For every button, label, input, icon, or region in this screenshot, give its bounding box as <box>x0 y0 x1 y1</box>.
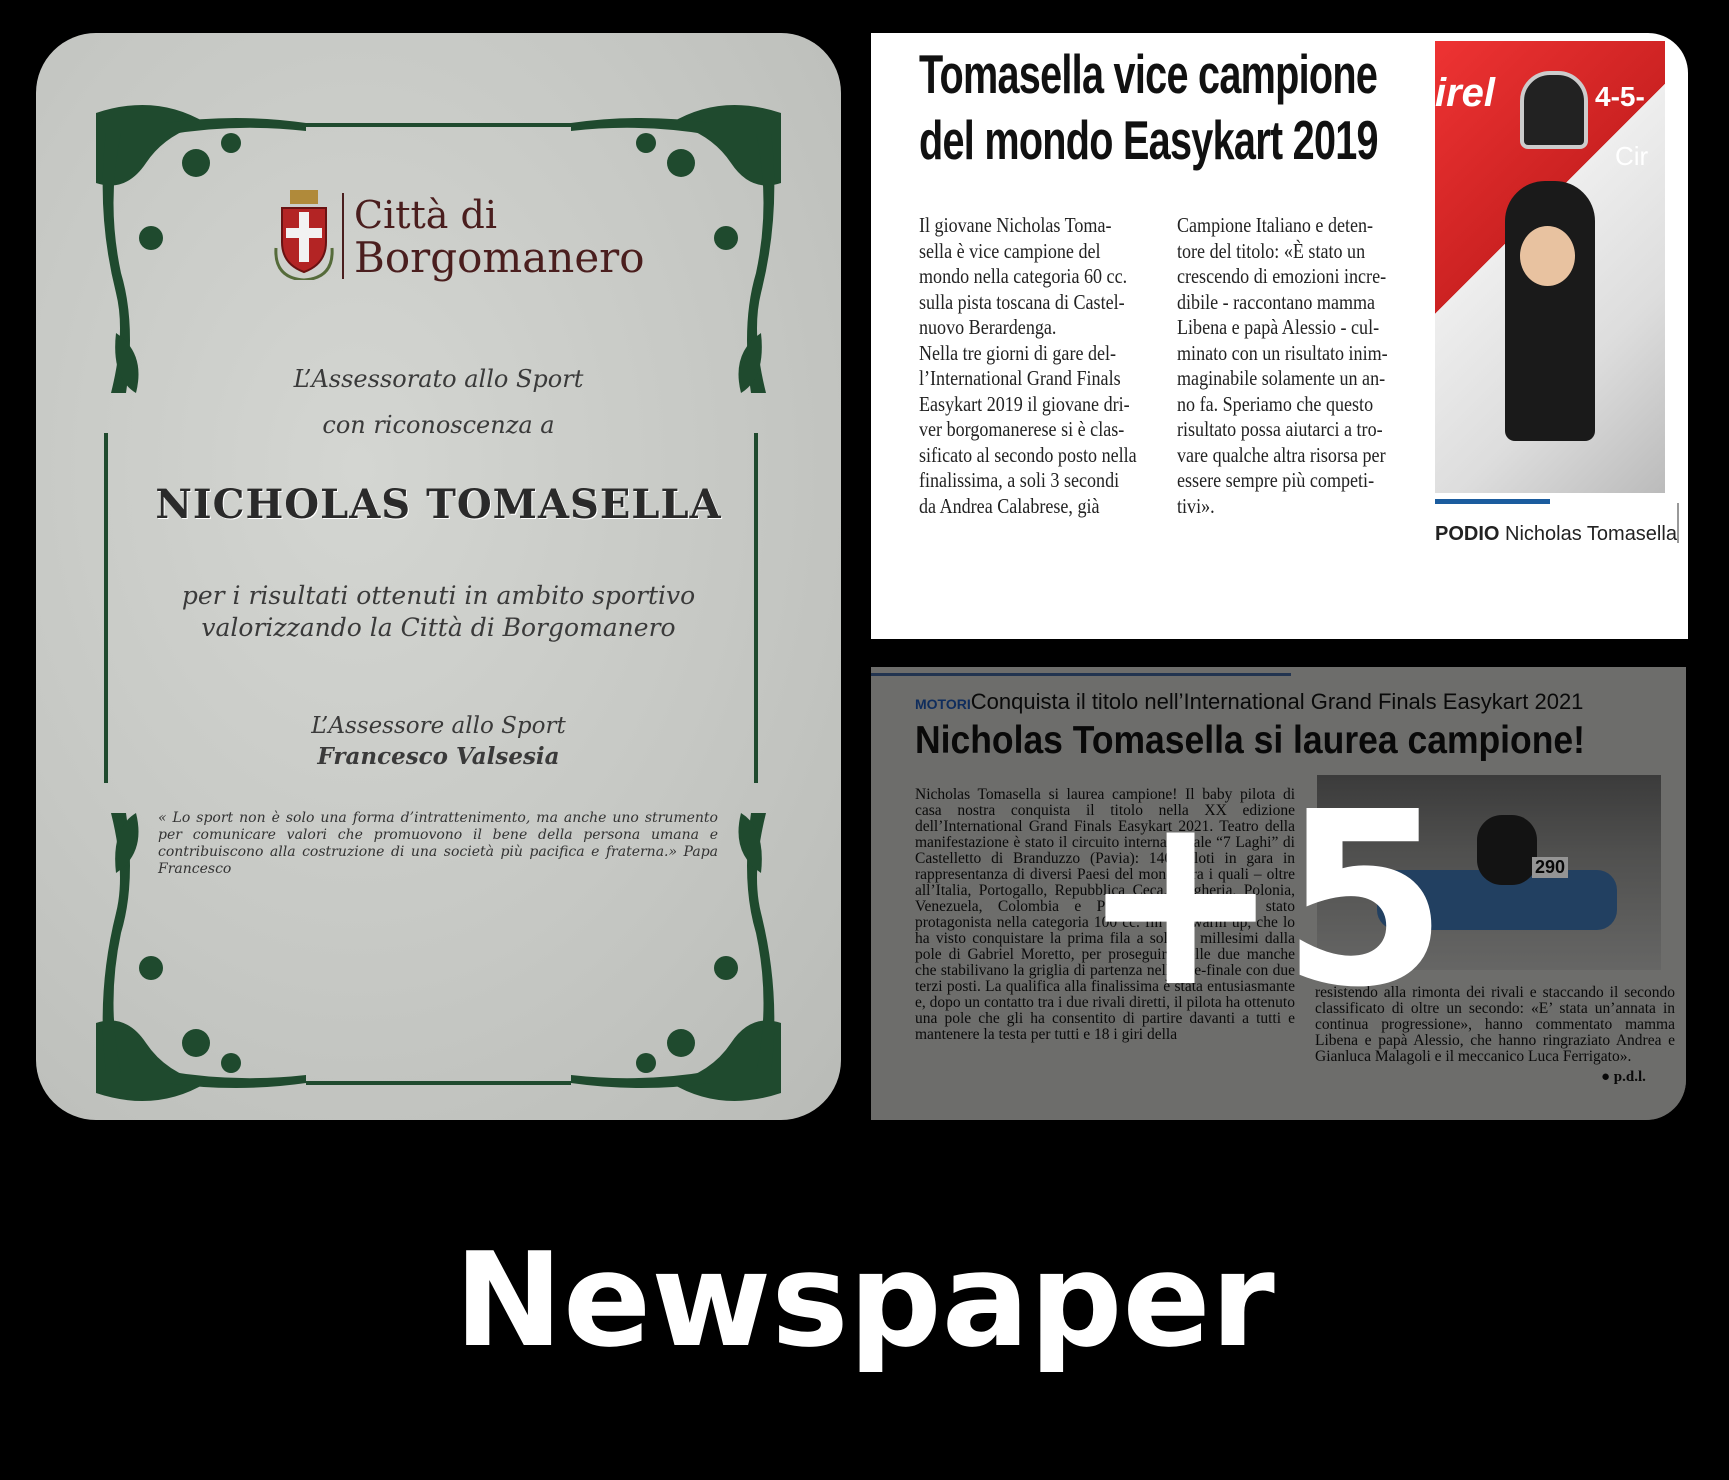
article1-col2-line: vare qualche altra risorsa per <box>1177 442 1386 467</box>
article1-headline: Tomasella vice campione del mondo Easyka… <box>919 43 1379 171</box>
article1-col2-line: crescendo di emozioni incre- <box>1177 264 1387 288</box>
article1-column-right: Campione Italiano e deten-tore del titol… <box>1177 213 1437 519</box>
recipient-name: NICHOLAS TOMASELLA <box>155 481 722 528</box>
caption-accent-bar <box>1435 499 1550 504</box>
article1-col2-line: Libena e papà Alessio - cul- <box>1177 315 1380 339</box>
article1-col2-line: tivi». <box>1177 493 1215 518</box>
article1-col1-line: sella è vice campione del <box>919 238 1101 263</box>
article1-col1-line: Easykart 2019 il giovane dri- <box>919 391 1130 416</box>
article1-col2-line: essere sempre più competi- <box>1177 468 1375 492</box>
article1-col1-line: ver borgomanerese si è clas- <box>919 417 1125 441</box>
article1-col1-line: finalissima, a soli 3 secondi <box>919 468 1120 492</box>
motivation-line2: valorizzando la Città di Borgomanero <box>201 613 676 642</box>
article1-col1-line: Il giovane Nicholas Toma- <box>919 213 1112 237</box>
article-2019-image[interactable]: Tomasella vice campione del mondo Easyka… <box>871 33 1688 639</box>
gallery-label: Newspaper <box>454 1224 1275 1376</box>
city-title-line2: Borgomanero <box>354 233 645 282</box>
more-images-count[interactable]: +5 <box>1080 780 1448 1020</box>
crest-divider <box>342 193 344 279</box>
photo-sign-date: 4-5- <box>1595 81 1645 112</box>
article1-col1-line: sificato al secondo posto nella <box>919 442 1137 467</box>
article1-col1-line: Nella tre giorni di gare del- <box>919 340 1117 365</box>
article1-col2-line: risultato possa aiutarci a tro- <box>1177 417 1383 441</box>
driver-face-shape <box>1520 226 1575 286</box>
column-rule <box>1677 503 1679 543</box>
article1-column-left: Il giovane Nicholas Toma-sella è vice ca… <box>919 213 1179 519</box>
article1-col2-line: dibile - raccontano mamma <box>1177 289 1376 314</box>
recognition-line: con riconoscenza a <box>322 411 555 439</box>
photo-sign-circuit: Cir <box>1615 141 1649 171</box>
driver-suit-shape <box>1505 181 1595 441</box>
city-crest-icon <box>274 190 334 280</box>
article1-col2-line: tore del titolo: «È stato un <box>1177 238 1366 263</box>
article1-col1-line: nuovo Berardenga. <box>919 315 1057 339</box>
assessorato-line: L’Assessorato allo Sport <box>293 365 584 393</box>
photo-caption: PODIO Nicholas Tomasella <box>1435 523 1677 545</box>
article1-col2-line: minato con un risultato inim- <box>1177 340 1388 365</box>
article1-col2-line: Campione Italiano e deten- <box>1177 213 1374 237</box>
article1-col1-line: sulla pista toscana di Castel- <box>919 289 1125 314</box>
article1-col1-line: da Andrea Calabrese, già <box>919 493 1100 518</box>
article1-col2-line: maginabile solamente un an- <box>1177 366 1386 390</box>
trophy-shape <box>1520 71 1588 149</box>
city-title-line1: Città di <box>354 193 497 237</box>
signer-role: L’Assessore allo Sport <box>311 713 566 739</box>
article1-col2-line: no fa. Speriamo che questo <box>1177 391 1374 416</box>
certificate-image[interactable]: Città di Borgomanero L’Assessorato allo … <box>36 33 841 1120</box>
article1-col1-line: l’International Grand Finals <box>919 366 1121 390</box>
article1-col1-line: mondo nella categoria 60 cc. <box>919 264 1128 288</box>
photo-banner-text: irel <box>1435 71 1496 115</box>
pope-quote: « Lo sport non è solo una forma d’intrat… <box>158 810 718 877</box>
signer-name: Francesco Valsesia <box>317 743 560 770</box>
podium-photo: irel 4-5- Cir <box>1435 41 1665 493</box>
motivation-line1: per i risultati ottenuti in ambito sport… <box>181 581 696 610</box>
